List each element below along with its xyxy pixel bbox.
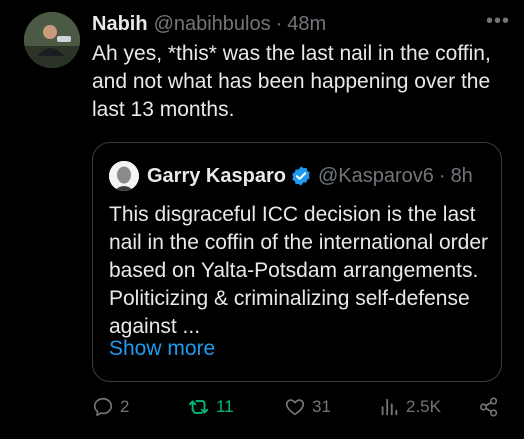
reply-icon [93,397,113,417]
views-button[interactable]: 2.5K [378,396,441,418]
views-count: 2.5K [406,397,441,416]
post-header: Nabih @nabihbulos · 48m [92,12,504,36]
quoted-author-name[interactable]: Garry Kasparo [147,165,286,188]
show-more-link[interactable]: Show more [109,337,215,361]
separator: · [275,12,283,35]
action-bar: 2 11 31 2.5K [92,396,508,426]
reply-count: 2 [120,397,130,416]
avatar-image [24,12,80,68]
more-options-icon[interactable]: ••• [486,10,510,33]
retweet-button[interactable]: 11 [188,396,234,418]
post-text: Ah yes, *this* was the last nail in the … [92,42,491,121]
quoted-avatar-image [109,161,139,191]
quoted-post-header: Garry Kasparo @Kasparov6 · 8h [109,161,487,191]
like-button[interactable]: 31 [284,396,331,418]
quoted-author-handle[interactable]: @Kasparov6 [318,165,434,188]
author-handle[interactable]: @nabihbulos [154,13,271,36]
retweet-count: 11 [216,397,234,416]
views-chart-icon [381,398,398,416]
quoted-post[interactable]: Garry Kasparo @Kasparov6 · 8h This disgr… [92,142,502,382]
share-icon [479,397,498,417]
reply-button[interactable]: 2 [92,396,129,418]
quoted-separator: · [438,164,446,187]
like-count: 31 [312,397,331,416]
verified-badge-icon [292,166,310,186]
share-button[interactable] [478,396,506,418]
quoted-author-avatar[interactable] [109,161,139,191]
quoted-post-time[interactable]: 8h [451,165,473,188]
retweet-icon [188,400,209,414]
author-avatar[interactable] [24,12,80,68]
heart-icon [285,399,305,416]
post-time[interactable]: 48m [287,13,326,36]
quoted-post-text: This disgraceful ICC decision is the las… [109,203,489,338]
author-name[interactable]: Nabih [92,13,148,36]
